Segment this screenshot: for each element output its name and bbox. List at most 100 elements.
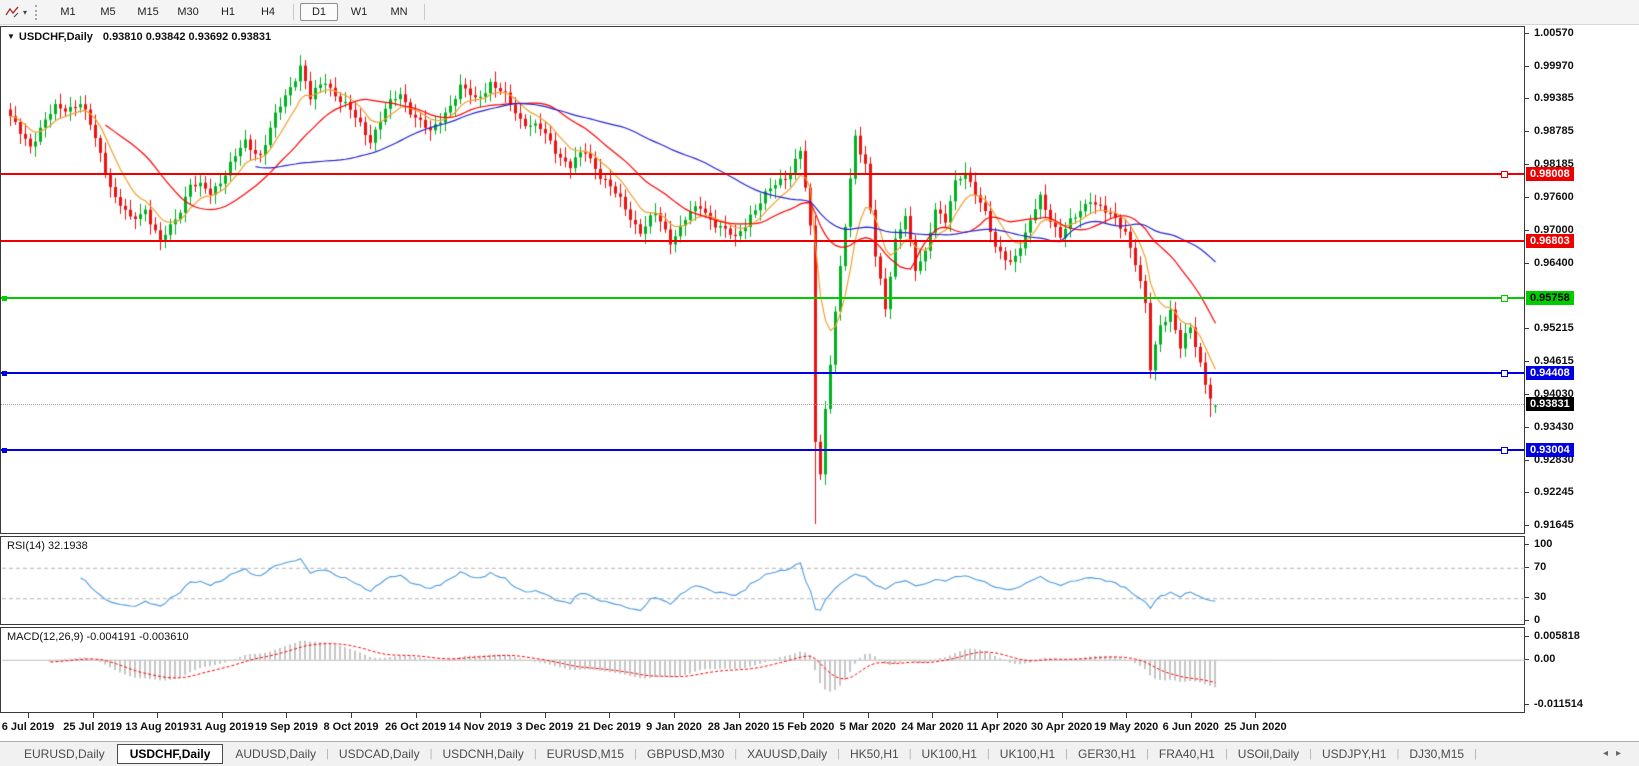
- tab-item-uk100-h1[interactable]: UK100,H1: [912, 745, 987, 763]
- level-line-0.93004[interactable]: [1, 449, 1524, 452]
- price-tick: [1525, 426, 1529, 428]
- tab-item-ger30-h1[interactable]: GER30,H1: [1068, 745, 1146, 763]
- level-line-0.98008[interactable]: [1, 173, 1524, 176]
- tab-item-xauusd-daily[interactable]: XAUUSD,Daily: [737, 745, 837, 763]
- date-tick: [480, 713, 482, 718]
- main-chart-panel: ▼ USDCHF,Daily 0.93810 0.93842 0.93692 0.9…: [0, 26, 1525, 534]
- level-left-marker[interactable]: [2, 370, 7, 376]
- price-tick-label: 0.98785: [1534, 125, 1574, 138]
- tab-item-gbpusd-m30[interactable]: GBPUSD,M30: [637, 745, 734, 763]
- level-handle[interactable]: [1501, 369, 1508, 377]
- timeframe-button-h4[interactable]: H4: [249, 3, 287, 21]
- macd-tick: [1525, 658, 1529, 660]
- tab-item-audusd-daily[interactable]: AUDUSD,Daily: [225, 745, 326, 763]
- date-label: 25 Jul 2019: [63, 721, 122, 733]
- tabs: EURUSD,Daily USDCHF,Daily AUDUSD,Daily | USD…: [14, 744, 1477, 764]
- toolbar-grip[interactable]: [35, 4, 40, 20]
- tabs-scroll-right-icon[interactable]: ▸: [1616, 748, 1629, 759]
- timeframe-button-mn[interactable]: MN: [380, 3, 418, 21]
- rsi-tick-label: 70: [1534, 560, 1547, 573]
- tab-item-fra40-h1[interactable]: FRA40,H1: [1149, 745, 1225, 763]
- rsi-tick: [1525, 544, 1529, 545]
- level-line-0.95758[interactable]: [1, 297, 1524, 300]
- macd-label: MACD(12,26,9) -0.004191 -0.003610: [7, 631, 189, 643]
- timeframe-button-w1[interactable]: W1: [340, 3, 378, 21]
- price-tick: [1525, 393, 1529, 395]
- date-label: 21 Dec 2019: [577, 721, 641, 733]
- rsi-axis[interactable]: 100 70 30 0: [1525, 536, 1639, 626]
- chart-tool-icon[interactable]: [5, 5, 20, 19]
- rsi-tick-label: 100: [1534, 538, 1553, 550]
- toolbar-separator: [293, 4, 295, 20]
- tab-item-eurusd-m15[interactable]: EURUSD,M15: [537, 745, 634, 763]
- tab-item-hk50-h1[interactable]: HK50,H1: [840, 745, 909, 763]
- rsi-tick-label: 30: [1534, 591, 1547, 604]
- rsi-tick-label: 0: [1534, 614, 1541, 626]
- level-handle[interactable]: [1501, 295, 1508, 303]
- date-label: 14 Nov 2019: [448, 721, 512, 733]
- tab-item-usdcad-daily[interactable]: USDCAD,Daily: [329, 745, 430, 763]
- level-handle[interactable]: [1501, 447, 1508, 455]
- price-tick-label: 0.91645: [1534, 519, 1574, 531]
- tab-item-usoil-daily[interactable]: USOil,Daily: [1228, 745, 1309, 763]
- toolbar-separator: [424, 4, 426, 20]
- tabs-scroll-left-icon[interactable]: ◂: [1603, 748, 1616, 759]
- date-tick: [415, 713, 417, 718]
- date-tick: [609, 713, 611, 718]
- macd-canvas[interactable]: [2, 629, 1525, 713]
- chart-title: ▼ USDCHF,Daily 0.93810 0.93842 0.93692 0.9…: [7, 31, 271, 43]
- level-line-0.96803[interactable]: [1, 239, 1524, 242]
- level-handle[interactable]: [1501, 171, 1508, 179]
- price-tick-label: 0.95215: [1534, 322, 1574, 335]
- level-left-marker[interactable]: [2, 448, 7, 454]
- macd-axis[interactable]: 0.005818 0.00 -0.011514: [1525, 627, 1639, 713]
- timeframe-button-d1[interactable]: D1: [300, 3, 339, 21]
- level-line-0.94408[interactable]: [1, 371, 1524, 374]
- date-tick: [867, 713, 869, 718]
- date-axis[interactable]: 6 Jul 2019 25 Jul 2019 13 Aug 2019 31 Aug 2…: [0, 713, 1639, 741]
- date-tick: [674, 713, 675, 718]
- date-label: 30 Apr 2020: [1030, 721, 1093, 733]
- tab-item-eurusd-daily[interactable]: EURUSD,Daily: [14, 745, 115, 763]
- date-tick: [286, 713, 288, 718]
- chart-tab-bar: EURUSD,Daily USDCHF,Daily AUDUSD,Daily | USD…: [0, 741, 1639, 766]
- ohlc-values: 0.93810 0.93842 0.93692 0.93831: [102, 31, 272, 43]
- tab-item-uk100-h1[interactable]: UK100,H1: [990, 745, 1065, 763]
- price-tick: [1525, 131, 1529, 133]
- tab-item-usdchf-daily[interactable]: USDCHF,Daily: [116, 744, 224, 764]
- timeframes-toolbar: ▾ M1 M5 M15 M30 H1 H4 D1 W1 MN: [0, 0, 1639, 25]
- timeframe-button-m5[interactable]: M5: [89, 3, 127, 21]
- price-tick: [1525, 196, 1529, 198]
- dropdown-arrow-icon[interactable]: ▾: [23, 8, 27, 17]
- date-tick: [1126, 713, 1128, 718]
- price-tick: [1525, 229, 1529, 231]
- timeframe-button-m1[interactable]: M1: [49, 3, 87, 21]
- timeframe-button-h1[interactable]: H1: [209, 3, 247, 21]
- price-axis[interactable]: 1.00570 0.99970 0.99385 0.98785 0.98185 0.976…: [1525, 26, 1639, 534]
- tab-item-usdjpy-h1[interactable]: USDJPY,H1: [1312, 745, 1396, 763]
- date-tick: [221, 713, 223, 718]
- rsi-canvas[interactable]: [2, 538, 1525, 625]
- level-price-label: 0.94408: [1526, 365, 1574, 380]
- date-label: 19 Sep 2019: [254, 721, 318, 733]
- timeframe-button-m30[interactable]: M30: [169, 3, 207, 21]
- macd-tick: [1525, 635, 1529, 637]
- price-tick-label: 1.00570: [1534, 27, 1574, 39]
- candlestick-canvas[interactable]: [2, 28, 1525, 534]
- level-left-marker[interactable]: [2, 296, 7, 302]
- date-label: 6 Jun 2020: [1162, 721, 1219, 733]
- price-tick: [1525, 33, 1529, 34]
- tab-item-usdcnh-daily[interactable]: USDCNH,Daily: [432, 745, 533, 763]
- timeframe-buttons: M1 M5 M15 M30 H1 H4 D1 W1 MN: [48, 3, 430, 21]
- tab-scroll-arrows: ◂▸: [1603, 748, 1629, 759]
- tab-item-dj30-m15[interactable]: DJ30,M15: [1399, 745, 1474, 763]
- rsi-label: RSI(14) 32.1938: [7, 540, 88, 552]
- timeframe-button-m15[interactable]: M15: [129, 3, 167, 21]
- date-label: 19 May 2020: [1094, 721, 1159, 733]
- rsi-panel: RSI(14) 32.1938: [0, 536, 1525, 625]
- date-tick: [351, 713, 352, 718]
- price-tick-label: 0.92245: [1534, 485, 1574, 498]
- chart-menu-icon[interactable]: ▼: [7, 32, 15, 41]
- current-price-label: 0.93831: [1526, 397, 1574, 412]
- date-tick: [544, 713, 546, 718]
